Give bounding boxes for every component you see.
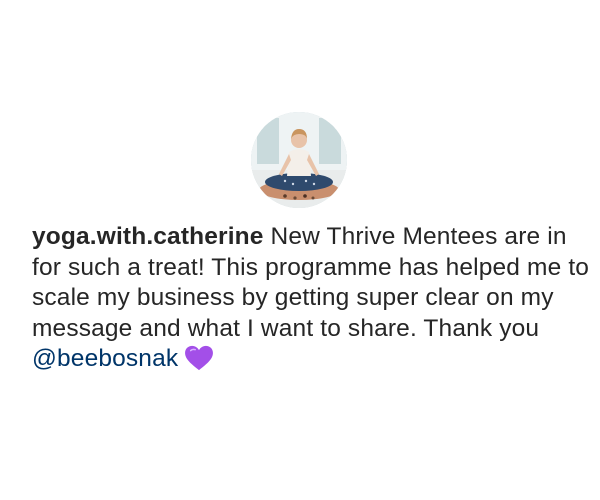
username-link[interactable]: yoga.with.catherine <box>32 223 264 250</box>
comment-text: yoga.with.catherine New Thrive Mentees a… <box>32 222 592 375</box>
purple-heart-icon <box>184 345 214 371</box>
mention-link[interactable]: @beebosnak <box>32 345 178 372</box>
profile-photo-icon <box>251 112 347 208</box>
avatar[interactable] <box>251 112 347 208</box>
